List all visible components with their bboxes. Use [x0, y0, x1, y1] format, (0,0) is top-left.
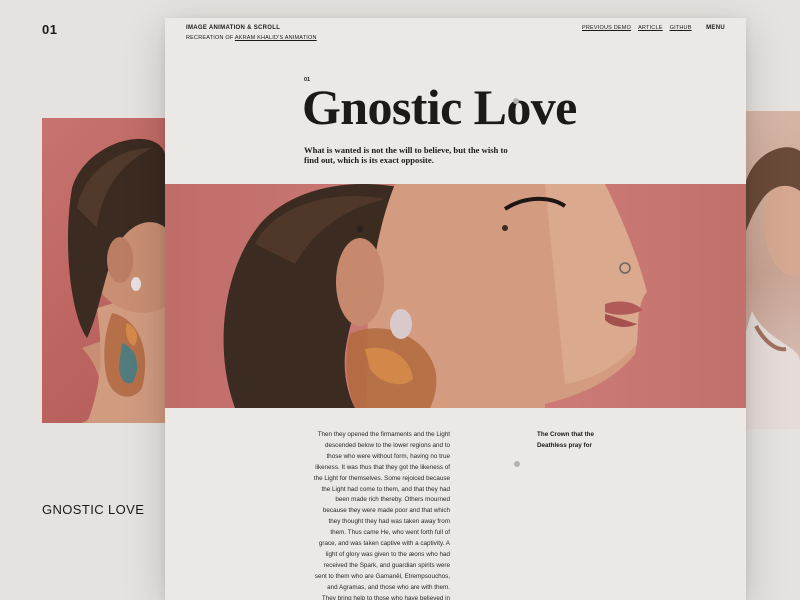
github-link[interactable]: GITHUB	[670, 25, 692, 31]
side-photo-left[interactable]	[42, 118, 166, 423]
article-card: IMAGE ANIMATION & SCROLL RECREATION OF A…	[165, 18, 746, 600]
portrait-illustration	[746, 147, 800, 429]
menu-button[interactable]: MENU	[706, 25, 725, 31]
profile-portrait-illustration	[67, 138, 166, 423]
slide-index: 01	[42, 22, 58, 37]
previous-demo-link[interactable]: PREVIOUS DEMO	[582, 25, 631, 31]
hero-title: Gnostic Love	[302, 79, 577, 135]
brand-subtitle: RECREATION OF AKRAM KHALID'S ANIMATION	[186, 35, 317, 41]
hero-image[interactable]	[165, 184, 746, 408]
article-link[interactable]: ARTICLE	[638, 25, 663, 31]
article-sidenote: The Crown that the Deathless pray for	[537, 431, 595, 449]
hero-quote: What is wanted is not the will to believ…	[304, 145, 508, 165]
cursor-dot-top	[513, 98, 519, 104]
brand-subtitle-prefix: RECREATION OF	[186, 35, 235, 41]
top-nav: PREVIOUS DEMO ARTICLE GITHUB	[582, 25, 699, 31]
cursor-dot-bottom	[514, 461, 520, 467]
akram-khalid-link[interactable]: AKRAM KHALID'S ANIMATION	[235, 35, 317, 41]
hero-portrait-illustration	[223, 184, 647, 408]
side-photo-right[interactable]	[746, 111, 800, 429]
slide-title: GNOSTIC LOVE	[42, 502, 145, 517]
top-bar: IMAGE ANIMATION & SCROLL RECREATION OF A…	[186, 25, 725, 45]
brand-title: IMAGE ANIMATION & SCROLL	[186, 25, 281, 31]
article-body: Then they opened the firmaments and the …	[313, 431, 450, 600]
